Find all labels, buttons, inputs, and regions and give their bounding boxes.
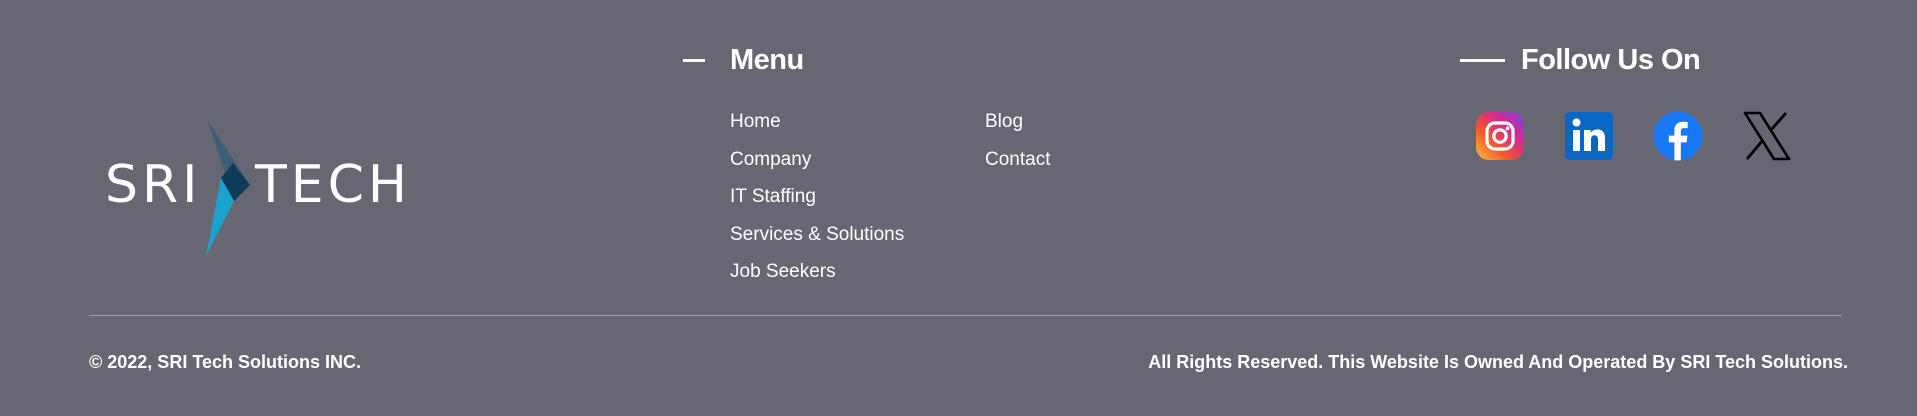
- follow-heading: Follow Us On: [1460, 44, 1701, 77]
- menu-heading: Menu: [683, 44, 804, 77]
- menu-link-home[interactable]: Home: [730, 103, 904, 141]
- facebook-icon[interactable]: [1653, 111, 1703, 161]
- logo-text-left: SRI: [105, 155, 201, 215]
- follow-title: Follow Us On: [1521, 44, 1701, 76]
- instagram-icon[interactable]: [1475, 111, 1525, 161]
- menu-title: Menu: [730, 44, 804, 76]
- heading-dash: [1460, 59, 1505, 62]
- sri-tech-logo[interactable]: SRI TECH: [103, 118, 463, 258]
- linkedin-icon[interactable]: [1564, 111, 1614, 161]
- logo-graphic: SRI TECH: [105, 121, 411, 256]
- menu-link-company[interactable]: Company: [730, 141, 904, 179]
- menu-link-contact[interactable]: Contact: [985, 141, 1050, 179]
- heading-dash: [683, 59, 705, 62]
- menu-link-services-solutions[interactable]: Services & Solutions: [730, 216, 904, 254]
- menu-link-job-seekers[interactable]: Job Seekers: [730, 253, 904, 291]
- menu-link-blog[interactable]: Blog: [985, 103, 1050, 141]
- copyright-text: © 2022, SRI Tech Solutions INC.: [89, 352, 361, 372]
- logo-text-right: TECH: [254, 155, 411, 215]
- footer-divider: [89, 315, 1842, 316]
- site-footer: SRI TECH Menu Home Company IT Staffing S…: [0, 0, 1917, 416]
- menu-column-2: Blog Contact: [985, 103, 1050, 178]
- social-links: [1475, 111, 1792, 161]
- menu-column-1: Home Company IT Staffing Services & Solu…: [730, 103, 904, 291]
- menu-link-it-staffing[interactable]: IT Staffing: [730, 178, 904, 216]
- x-icon[interactable]: [1742, 111, 1792, 161]
- rights-text: All Rights Reserved. This Website Is Own…: [1148, 352, 1848, 372]
